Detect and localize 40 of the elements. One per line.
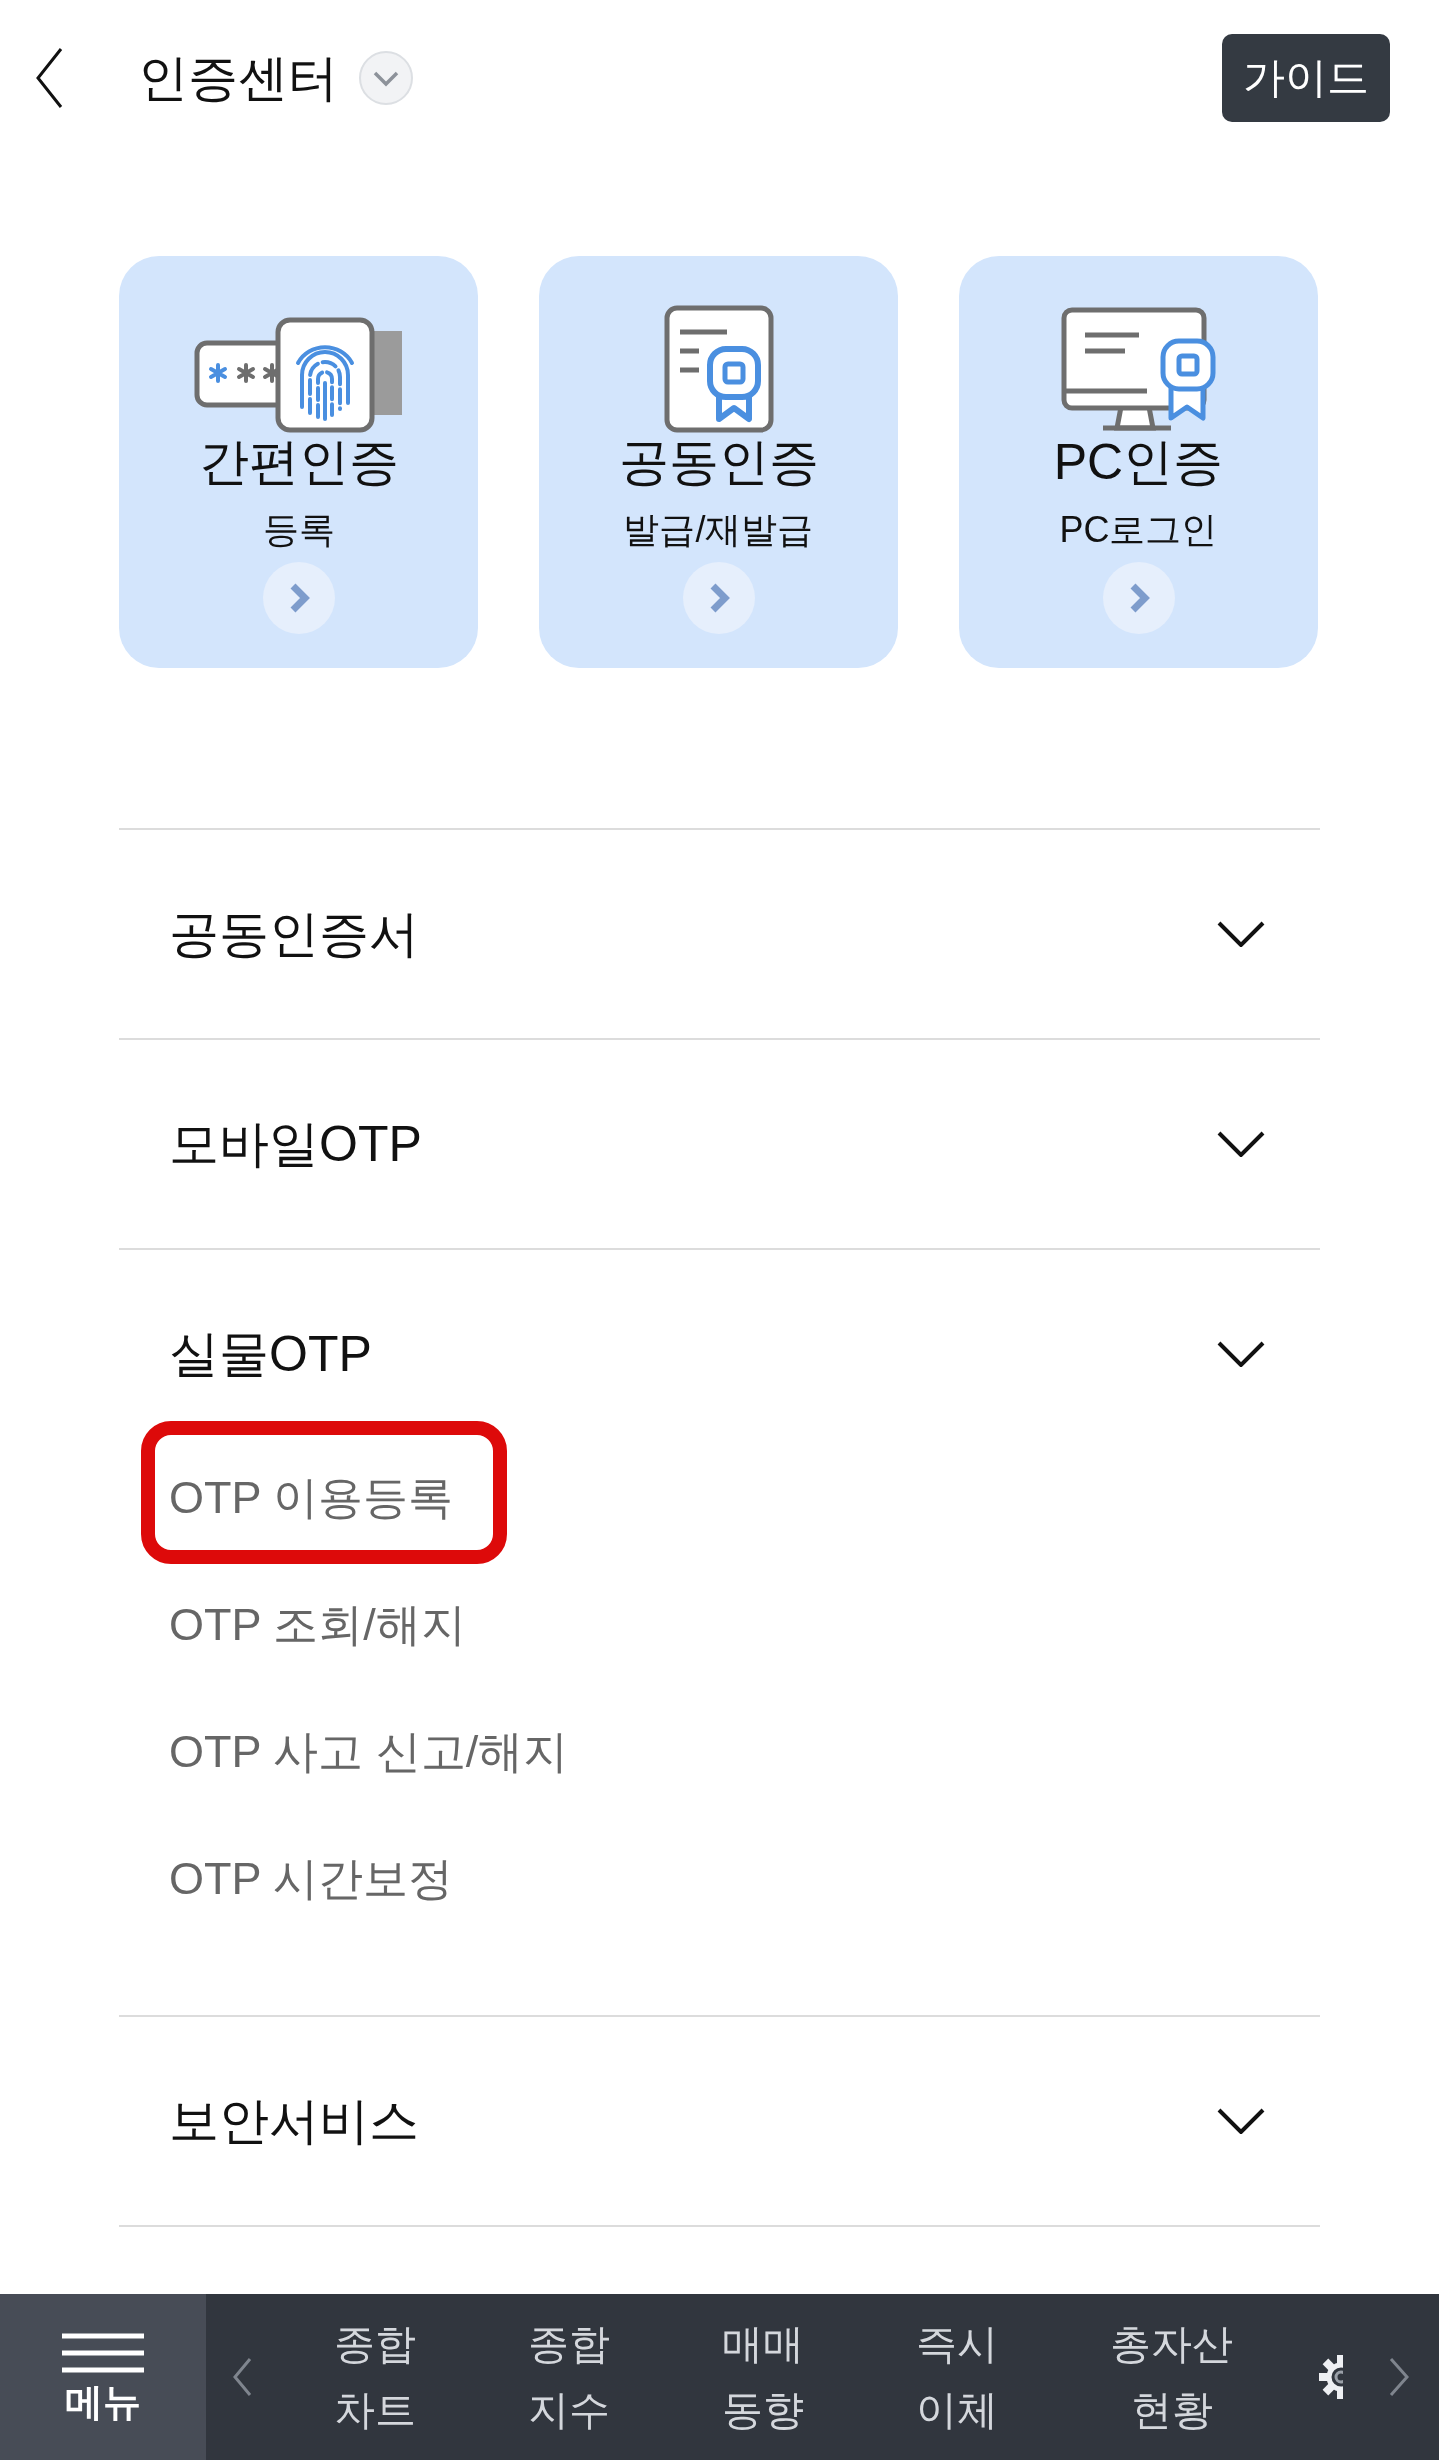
chevron-down-icon[interactable] — [1217, 1131, 1265, 1157]
menu-link[interactable]: OTP 이용등록 — [169, 1470, 454, 1525]
quick-menu-item[interactable]: 즉시 이체 — [860, 2294, 1054, 2460]
quick-menu-item[interactable]: 종합 지수 — [472, 2294, 666, 2460]
chevron-right-icon — [262, 562, 335, 634]
page-title: 인증센터 — [138, 49, 338, 108]
dropdown-icon[interactable] — [358, 50, 414, 106]
menu-link[interactable]: OTP 사고 신고/해지 — [169, 1724, 569, 1779]
fingerprint-password-icon — [193, 317, 404, 433]
menu-link[interactable]: OTP 시간보정 — [169, 1851, 454, 1906]
card-title: 간편인증 — [198, 433, 399, 491]
guide-button[interactable]: 가이드 — [1222, 34, 1390, 122]
chevron-right-icon — [682, 562, 755, 634]
menu-link[interactable]: OTP 조회/해지 — [169, 1597, 466, 1652]
menu-button[interactable]: 메뉴 — [0, 2294, 206, 2460]
section-title[interactable]: 공동인증서 — [169, 904, 419, 964]
certificate-icon — [663, 305, 774, 433]
card-title: 공동인증 — [618, 433, 819, 491]
chevron-right-icon — [1102, 562, 1175, 634]
quick-menu-item[interactable]: 매매 동향 — [666, 2294, 860, 2460]
chevron-down-icon[interactable] — [1217, 921, 1265, 947]
auth-card[interactable]: PC인증 PC로그인 — [959, 256, 1318, 668]
chevron-left-icon[interactable] — [232, 2357, 252, 2397]
auth-card[interactable]: 공동인증 발급/재발급 — [539, 256, 898, 668]
card-subtitle: PC로그인 — [1059, 508, 1218, 552]
menu-icon — [62, 2333, 144, 2373]
chevron-down-icon[interactable] — [1217, 1341, 1265, 1367]
computer-certificate-icon — [1060, 307, 1217, 433]
card-title: PC인증 — [1053, 433, 1224, 491]
chevron-right-icon[interactable] — [1388, 2357, 1410, 2397]
section-title[interactable]: 보안서비스 — [169, 2091, 419, 2151]
section-title[interactable]: 모바일OTP — [169, 1114, 422, 1174]
card-subtitle: 발급/재발급 — [623, 508, 814, 552]
quick-menu-item[interactable]: 총자산 현황 — [1054, 2294, 1289, 2460]
auth-card[interactable]: 간편인증 등록 — [119, 256, 478, 668]
section-title[interactable]: 실물OTP — [169, 1324, 372, 1384]
back-icon[interactable] — [35, 47, 63, 109]
card-subtitle: 등록 — [262, 508, 335, 552]
chevron-down-icon[interactable] — [1217, 2108, 1265, 2134]
quick-menu-item[interactable]: 종합 차트 — [278, 2294, 472, 2460]
